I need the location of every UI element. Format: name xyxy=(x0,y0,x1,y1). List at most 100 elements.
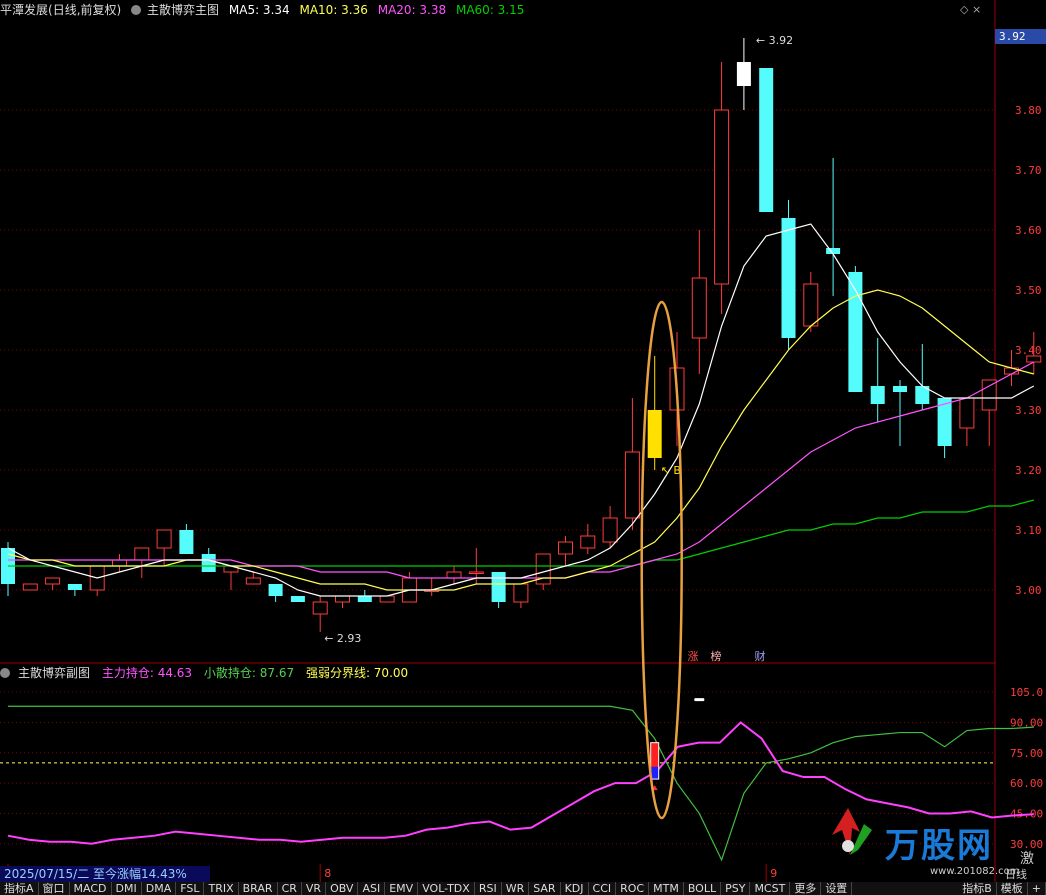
tab-1[interactable]: 窗口 xyxy=(39,882,70,895)
candle-body xyxy=(312,601,328,615)
price-tick-label: 3.80 xyxy=(1015,104,1042,117)
candle-body xyxy=(624,451,640,519)
right-tab-1[interactable]: 模板 xyxy=(997,882,1028,895)
candle-body xyxy=(22,583,38,591)
high-price-label: ← 3.92 xyxy=(756,34,793,47)
signal-bar-red xyxy=(650,742,659,767)
tab-10[interactable]: OBV xyxy=(326,882,359,895)
stock-name[interactable]: 平潭发展 xyxy=(0,3,48,17)
low-price-label: ← 2.93 xyxy=(324,632,361,645)
candle-body xyxy=(959,397,975,429)
right-tab-2[interactable]: + xyxy=(1028,882,1046,895)
main-indicator-name[interactable]: 主散博弈主图 xyxy=(147,3,219,17)
tab-17[interactable]: KDJ xyxy=(561,882,589,895)
tab-9[interactable]: VR xyxy=(302,882,327,895)
badge-bang[interactable]: 榜 xyxy=(709,650,723,664)
right-tab-0[interactable]: 指标B xyxy=(958,882,997,895)
tab-15[interactable]: WR xyxy=(502,882,530,895)
price-tick-label: 3.50 xyxy=(1015,284,1042,297)
candle-body xyxy=(156,529,172,549)
tab-3[interactable]: DMI xyxy=(112,882,142,895)
price-tick-label: 3.70 xyxy=(1015,164,1042,177)
candle-body xyxy=(179,530,194,554)
tab-14[interactable]: RSI xyxy=(475,882,502,895)
tab-7[interactable]: BRAR xyxy=(239,882,278,895)
candle-body xyxy=(893,386,907,392)
sub-indicator-name[interactable]: 主散博弈副图 xyxy=(18,666,90,680)
price-tick-label: 3.00 xyxy=(1015,584,1042,597)
tab-5[interactable]: FSL xyxy=(176,882,205,895)
tab-6[interactable]: TRIX xyxy=(204,882,239,895)
sub-tick-label: 105.0 xyxy=(1010,686,1043,699)
candle-body xyxy=(45,577,61,585)
tab-19[interactable]: ROC xyxy=(616,882,650,895)
candle-body xyxy=(513,583,529,603)
date-mark: 9 xyxy=(770,867,777,880)
candle-body xyxy=(691,277,707,339)
price-tick-label: 3.30 xyxy=(1015,404,1042,417)
point-b-label: ↖ B xyxy=(661,464,681,477)
candle-body xyxy=(981,379,997,411)
sub-indicator-gear-icon[interactable] xyxy=(0,668,10,678)
candle-body xyxy=(134,547,150,561)
chart-canvas: 3.80 3.70 3.60 3.50 3.40 3.30 3.20 3.10 3.00 105.… xyxy=(0,0,1043,882)
tab-8[interactable]: CR xyxy=(278,882,302,895)
indicator-gear-icon[interactable] xyxy=(131,5,142,15)
price-tick-label: 3.20 xyxy=(1015,464,1042,477)
tab-16[interactable]: SAR xyxy=(529,882,561,895)
candle-body xyxy=(781,218,796,338)
candle-body xyxy=(290,596,305,602)
candle-body xyxy=(379,595,395,603)
candle-body xyxy=(468,571,484,574)
ma10-value: MA10: 3.36 xyxy=(299,3,368,17)
side-period-word: 日线 xyxy=(1005,868,1027,881)
tab-25[interactable]: 设置 xyxy=(821,882,853,895)
tab-2[interactable]: MACD xyxy=(70,882,112,895)
price-tick-label: 3.10 xyxy=(1015,524,1042,537)
date-status-bar: 2025/07/15/二 至今涨幅14.43% xyxy=(0,866,210,882)
ma5-value: MA5: 3.34 xyxy=(228,3,290,17)
period-label: (日线,前复权) xyxy=(48,3,122,17)
window-controls-icon[interactable]: ◇ × xyxy=(960,3,981,16)
candle-body xyxy=(1026,355,1042,363)
signal-dash xyxy=(694,698,705,702)
indicator-tab-bar: 指标A 窗口 MACD DMI DMA FSL TRIX BRAR CR VR OBV ASI EMV V… xyxy=(0,882,1046,895)
candle-body xyxy=(602,517,618,543)
tab-22[interactable]: PSY xyxy=(721,882,751,895)
candle-body xyxy=(736,62,751,86)
candle-body xyxy=(335,595,350,603)
tab-12[interactable]: EMV xyxy=(385,882,419,895)
tab-4[interactable]: DMA xyxy=(142,882,177,895)
candle-body xyxy=(245,577,261,585)
badge-zhang[interactable]: 涨 xyxy=(686,650,700,664)
tab-21[interactable]: BOLL xyxy=(684,882,722,895)
sub-chart-header: 主散博弈副图 主力持仓: 44.63 小散持仓: 87.67 强弱分界线: 70… xyxy=(0,664,995,682)
tab-23[interactable]: MCST xyxy=(750,882,791,895)
tab-24[interactable]: 更多 xyxy=(790,882,822,895)
ma60-value: MA60: 3.15 xyxy=(455,3,525,17)
tab-11[interactable]: ASI xyxy=(358,882,386,895)
date-mark: 8 xyxy=(324,867,331,880)
candle-body xyxy=(268,584,283,596)
candle-body xyxy=(558,541,573,555)
candle-body xyxy=(357,596,372,602)
candle-body xyxy=(870,386,885,404)
ma20-value: MA20: 3.38 xyxy=(377,3,447,17)
badge-cai[interactable]: 财 xyxy=(753,650,767,664)
tab-0[interactable]: 指标A xyxy=(0,882,39,895)
threshold-value: 强弱分界线: 70.00 xyxy=(305,666,409,680)
candle-body xyxy=(491,572,506,602)
sub-tick-label: 60.00 xyxy=(1010,777,1043,790)
main-hold-value: 主力持仓: 44.63 xyxy=(101,666,193,680)
retail-hold-value: 小散持仓: 87.67 xyxy=(203,666,295,680)
tab-18[interactable]: CCI xyxy=(589,882,617,895)
candle-body xyxy=(67,584,82,590)
candle-body xyxy=(446,571,462,579)
tab-13[interactable]: VOL-TDX xyxy=(418,882,475,895)
candle-body xyxy=(580,535,596,549)
sub-tick-label: 75.00 xyxy=(1010,747,1043,760)
tab-20[interactable]: MTM xyxy=(649,882,684,895)
candle-body xyxy=(803,283,819,327)
candle-body xyxy=(647,410,662,458)
price-tick-label: 3.40 xyxy=(1015,344,1042,357)
